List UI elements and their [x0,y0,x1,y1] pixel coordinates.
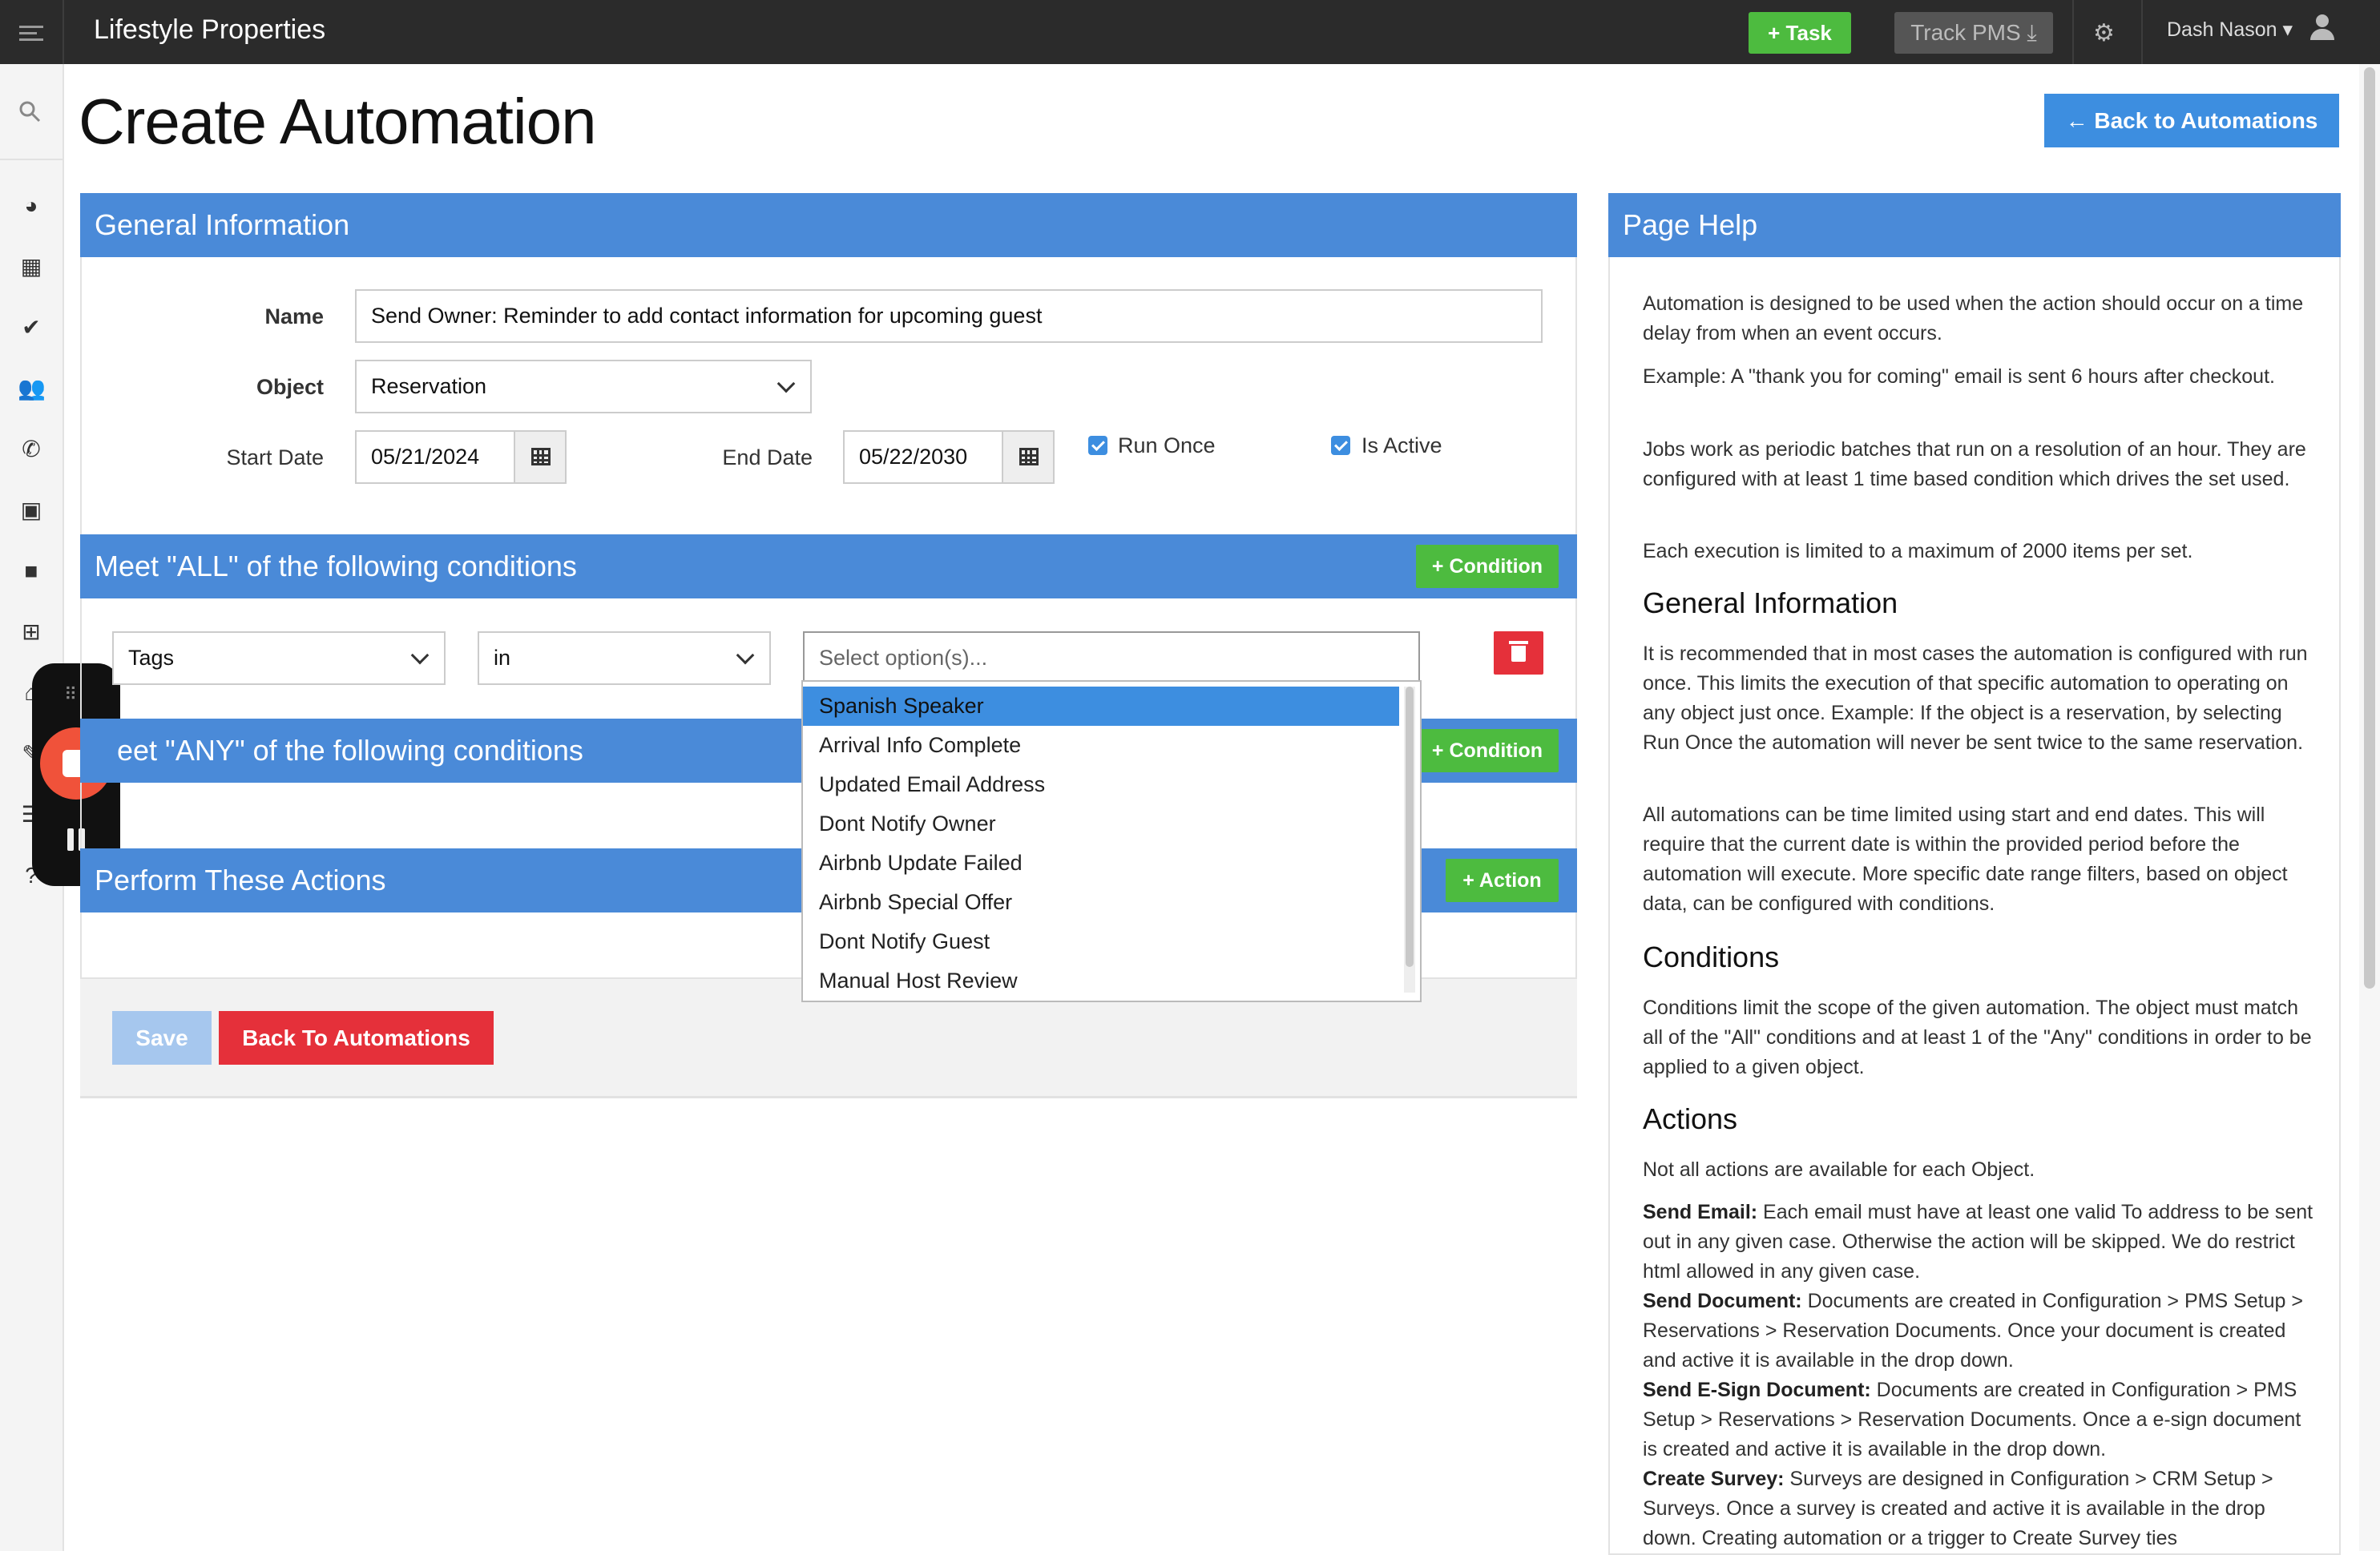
dropdown-option[interactable]: Airbnb Special Offer [803,883,1399,922]
help-heading-general: General Information [1643,586,1898,619]
condition-options-input[interactable]: Select option(s)... [803,631,1420,683]
add-any-condition-button[interactable]: + Condition [1416,729,1559,772]
drag-handle-icon[interactable]: ⠿ [64,684,79,705]
is-active-checkbox[interactable] [1331,436,1350,455]
options-dropdown: Spanish Speaker Arrival Info Complete Up… [801,680,1422,1002]
search-icon [19,101,41,123]
calendar-icon [1019,448,1039,465]
object-select[interactable]: Reservation [355,360,812,413]
run-once-label: Run Once [1118,433,1216,457]
condition-operator-value: in [494,646,511,670]
dropdown-option[interactable]: Airbnb Update Failed [803,844,1399,883]
add-task-button[interactable]: + Task [1749,12,1851,54]
trash-icon [1509,641,1528,662]
users-icon[interactable]: 👥 [18,375,46,402]
chevron-down-icon [777,374,796,393]
calendar-picker-button[interactable] [514,430,567,484]
end-date-label: End Date [722,445,813,469]
menu-icon [19,26,43,28]
name-input[interactable]: Send Owner: Reminder to add contact info… [355,289,1543,343]
help-paragraph: Conditions limit the scope of the given … [1643,997,2312,1078]
phone-icon[interactable]: ✆ [18,436,45,463]
money-icon[interactable]: ▣ [18,497,45,524]
object-label: Object [256,375,324,399]
grid-icon[interactable]: ⊞ [18,618,45,646]
dropdown-option[interactable]: Dont Notify Guest [803,922,1399,961]
condition-field-select[interactable]: Tags [112,631,446,685]
user-icon[interactable] [2309,14,2334,40]
gear-icon[interactable]: ⚙ [2093,19,2115,47]
sidebar-search[interactable] [0,64,64,160]
back-to-automations-button[interactable]: ← Back to Automations [2044,94,2339,147]
general-info-header: General Information [80,193,1577,257]
help-action-list: Send Email: Each email must have at leas… [1643,1201,2313,1549]
calendar-picker-button[interactable] [1002,430,1055,484]
dropdown-option[interactable]: Spanish Speaker [803,687,1399,726]
is-active-label: Is Active [1361,433,1442,457]
dropdown-option[interactable]: Dont Notify Owner [803,804,1399,844]
dropdown-option[interactable]: Updated Email Address [803,765,1399,804]
help-paragraph: Automation is designed to be used when t… [1643,292,2304,344]
help-paragraph: It is recommended that in most cases the… [1643,643,2308,754]
run-once-checkbox[interactable] [1088,436,1107,455]
check-circle-icon[interactable]: ✔ [18,314,45,341]
save-button[interactable]: Save [112,1011,212,1065]
page-scrollbar[interactable] [2359,64,2380,1551]
condition-field-value: Tags [128,646,175,670]
object-select-value: Reservation [371,374,487,398]
calendar-icon [531,448,551,465]
help-paragraph: All automations can be time limited usin… [1643,804,2288,915]
help-paragraph: Not all actions are available for each O… [1643,1158,2035,1181]
user-menu[interactable]: Dash Nason ▾ [2167,18,2293,42]
pause-icon [67,828,74,851]
delete-condition-button[interactable] [1494,631,1543,675]
start-date-label: Start Date [226,445,324,469]
condition-operator-select[interactable]: in [478,631,771,685]
calendar-icon[interactable]: ▦ [18,253,45,280]
dropdown-option[interactable]: Manual Host Review [803,961,1399,1001]
help-heading-actions: Actions [1643,1102,1738,1135]
track-pms-button[interactable]: Track PMS ⤓ [1894,12,2053,54]
help-paragraph: Each execution is limited to a maximum o… [1643,540,2193,562]
dropdown-option[interactable]: Arrival Info Complete [803,726,1399,765]
hamburger-menu-button[interactable] [0,0,64,64]
dashboard-icon[interactable]: ◕ [18,192,45,220]
chevron-down-icon [410,646,430,665]
top-bar: Lifestyle Properties + Task Track PMS ⤓ … [0,0,2380,64]
briefcase-icon[interactable]: ■ [18,558,45,585]
all-conditions-header: Meet "ALL" of the following conditions [80,534,1577,598]
chevron-down-icon [736,646,755,665]
name-label: Name [264,304,324,328]
end-date-value: 05/22/2030 [859,445,968,469]
help-heading-conditions: Conditions [1643,941,1780,973]
add-action-button[interactable]: + Action [1446,859,1559,902]
help-paragraph: Jobs work as periodic batches that run o… [1643,438,2306,490]
page-title: Create Automation [79,86,597,157]
end-date-input[interactable]: 05/22/2030 [843,430,1055,484]
help-paragraph: Example: A "thank you for coming" email … [1643,365,2275,388]
app-title: Lifestyle Properties [94,14,326,45]
start-date-value: 05/21/2024 [371,445,480,469]
add-all-condition-button[interactable]: + Condition [1416,545,1559,588]
dropdown-scrollbar[interactable] [1404,687,1415,993]
back-to-automations-bottom-button[interactable]: Back To Automations [219,1011,494,1065]
start-date-input[interactable]: 05/21/2024 [355,430,567,484]
help-header: Page Help [1608,193,2341,257]
